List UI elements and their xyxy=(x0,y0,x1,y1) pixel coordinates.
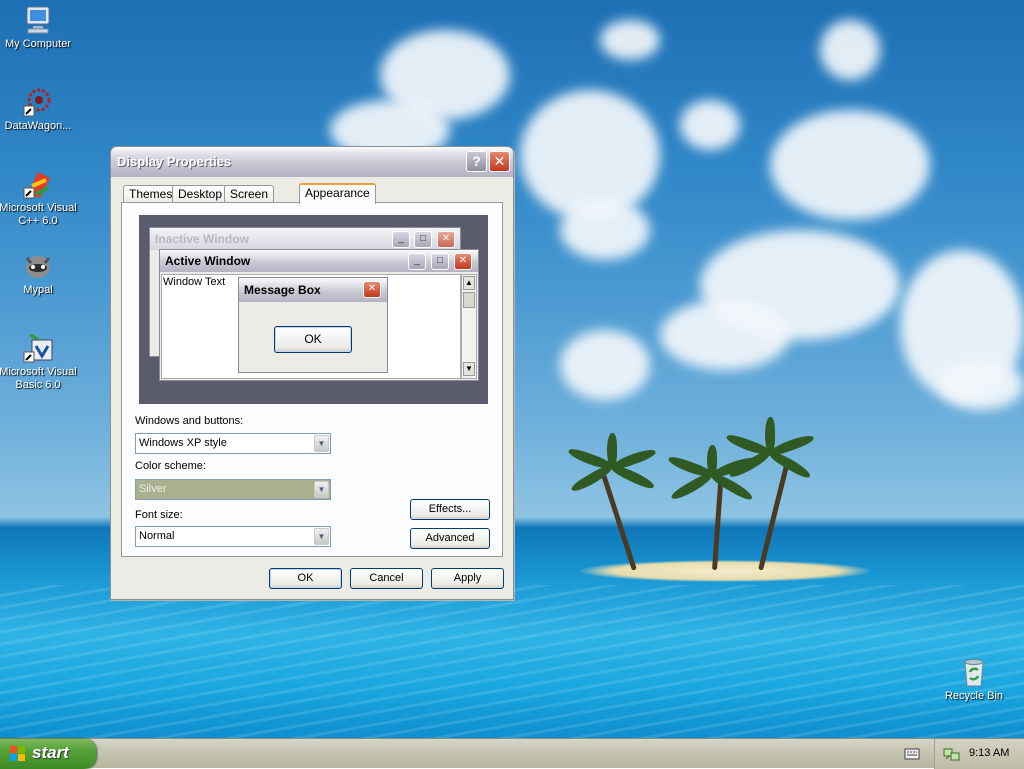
close-icon: ✕ xyxy=(493,153,506,169)
close-icon: ✕ xyxy=(454,253,472,270)
preview-active-title: Active Window xyxy=(165,254,251,268)
minimize-icon: _ xyxy=(408,253,426,270)
desktop-icon-label: Microsoft Visual Basic 6.0 xyxy=(0,366,77,391)
clock[interactable]: 9:13 AM xyxy=(969,747,1009,759)
font-size-select[interactable]: Normal ▼ xyxy=(135,526,331,547)
close-icon: ✕ xyxy=(437,231,455,248)
windows-buttons-select[interactable]: Windows XP style ▼ xyxy=(135,433,331,454)
preview-inactive-title: Inactive Window xyxy=(155,232,249,246)
effects-button[interactable]: Effects... xyxy=(410,499,490,520)
start-button[interactable]: start xyxy=(0,739,96,769)
preview-window-text: Window Text xyxy=(163,276,226,288)
tab-screen-saver[interactable]: Screen Saver xyxy=(224,185,275,218)
display-properties-dialog: Display Properties ? ✕ Themes Desktop Sc… xyxy=(110,146,514,600)
preview-message-title: Message Box xyxy=(244,283,321,297)
help-button[interactable]: ? xyxy=(466,151,487,172)
mypal-icon xyxy=(22,250,54,282)
system-tray: 9:13 AM xyxy=(934,739,1024,769)
preview-inactive-titlebar: Inactive Window _ □ ✕ xyxy=(150,228,460,250)
chevron-down-icon[interactable]: ▼ xyxy=(314,435,329,452)
dialog-titlebar[interactable]: Display Properties ? ✕ xyxy=(111,147,513,177)
close-button[interactable]: ✕ xyxy=(489,151,510,172)
color-scheme-select[interactable]: Silver ▼ xyxy=(135,479,331,500)
chevron-down-icon[interactable]: ▼ xyxy=(314,481,329,498)
tab-themes[interactable]: Themes xyxy=(123,185,179,203)
chevron-down-icon[interactable]: ▼ xyxy=(314,528,329,545)
desktop-icon-label: Microsoft Visual C++ 6.0 xyxy=(0,202,77,227)
keyboard-icon[interactable] xyxy=(904,747,920,761)
desktop-icon-visual-basic[interactable]: Microsoft Visual Basic 6.0 xyxy=(0,332,80,392)
desktop-icon-label: Mypal xyxy=(23,284,53,296)
windows-logo-icon xyxy=(10,746,26,762)
apply-button[interactable]: Apply xyxy=(431,568,504,589)
desktop-icon-label: DataWagon... xyxy=(4,120,72,132)
visual-cpp-icon xyxy=(22,168,54,200)
color-scheme-value: Silver xyxy=(139,483,167,495)
scroll-thumb xyxy=(463,292,475,308)
preview-message-box: Message Box ✕ OK xyxy=(238,277,388,373)
font-size-value: Normal xyxy=(139,530,175,542)
desktop-icon-datawagon[interactable]: DataWagon... xyxy=(0,86,80,133)
cancel-button[interactable]: Cancel xyxy=(350,568,423,589)
windows-buttons-label: Windows and buttons: xyxy=(135,415,244,427)
ok-button[interactable]: OK xyxy=(269,568,342,589)
desktop-icon-my-computer[interactable]: My Computer xyxy=(0,4,80,51)
advanced-button[interactable]: Advanced xyxy=(410,528,490,549)
visual-basic-icon xyxy=(22,332,54,364)
desktop-icon-mypal[interactable]: Mypal xyxy=(0,250,80,297)
help-icon: ? xyxy=(472,153,481,169)
windows-buttons-value: Windows XP style xyxy=(139,437,227,449)
close-icon: ✕ xyxy=(363,281,381,298)
desktop-icon-recycle-bin[interactable]: Recycle Bin xyxy=(932,656,1016,703)
maximize-icon: □ xyxy=(414,231,432,248)
font-size-label: Font size: xyxy=(135,509,183,521)
appearance-preview: Inactive Window _ □ ✕ Active Window _ □ … xyxy=(139,215,488,404)
start-label: start xyxy=(32,743,69,762)
preview-active-window: Active Window _ □ ✕ Window Text ▲ ▼ Mess… xyxy=(159,249,479,381)
my-computer-icon xyxy=(22,4,54,36)
maximize-icon: □ xyxy=(431,253,449,270)
preview-scrollbar: ▲ ▼ xyxy=(461,274,477,379)
network-icon[interactable] xyxy=(943,746,961,762)
color-scheme-label: Color scheme: xyxy=(135,460,206,472)
desktop-icon-label: Recycle Bin xyxy=(944,690,1004,702)
desktop-icon-label: My Computer xyxy=(4,38,72,50)
appearance-panel: Inactive Window _ □ ✕ Active Window _ □ … xyxy=(121,202,503,557)
tab-desktop[interactable]: Desktop xyxy=(172,185,229,203)
datawagon-icon xyxy=(22,86,54,118)
scroll-up-icon: ▲ xyxy=(463,276,475,290)
minimize-icon: _ xyxy=(392,231,410,248)
tab-appearance[interactable]: Appearance xyxy=(299,183,376,204)
desktop-icon-visual-cpp[interactable]: Microsoft Visual C++ 6.0 xyxy=(0,168,80,228)
preview-ok-button: OK xyxy=(274,326,352,353)
preview-active-titlebar: Active Window _ □ ✕ xyxy=(160,250,478,272)
scroll-down-icon: ▼ xyxy=(463,362,475,376)
dialog-title: Display Properties xyxy=(117,154,232,169)
recycle-bin-icon xyxy=(958,656,990,688)
taskbar: start 9:13 AM xyxy=(0,738,1024,769)
preview-message-titlebar: Message Box ✕ xyxy=(239,278,387,302)
